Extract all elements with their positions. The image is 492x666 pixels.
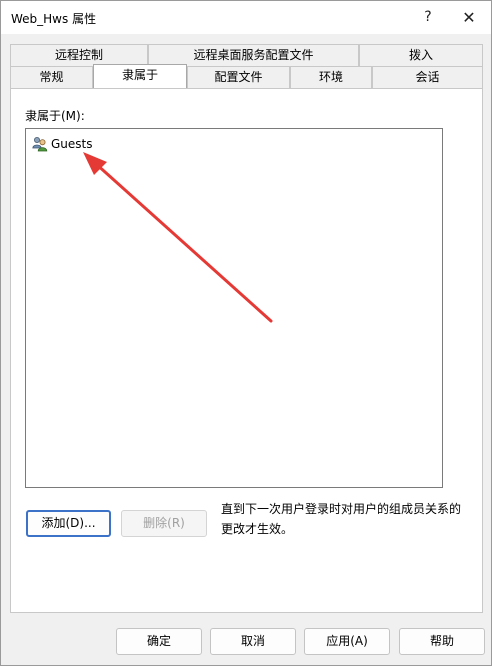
annotation-arrow — [83, 152, 273, 323]
properties-dialog: Web_Hws 属性 ? ✕ 远程控制 远程桌面服务配置文件 拨入 常规 隶属于… — [0, 0, 492, 666]
annotation-arrow-shaft — [93, 161, 273, 323]
